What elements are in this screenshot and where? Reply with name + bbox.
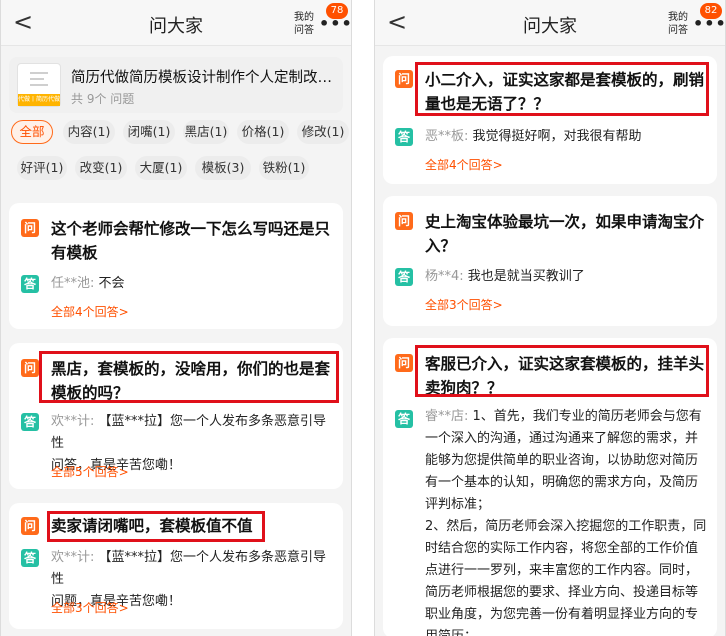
all-answers-link[interactable]: 全部3个回答> (425, 296, 503, 313)
answer-content: 我也是就当买教训了 (467, 269, 585, 284)
my-qa-label-2: 问答 (668, 25, 688, 36)
answer-icon: 答 (21, 413, 39, 431)
answer-icon: 答 (21, 275, 39, 293)
answer-line: 点进行一一罗列，来丰富您的工作内容。同时， (425, 563, 699, 578)
chip-good-review[interactable]: 好评(1) (17, 156, 67, 180)
answer-text: 睿**店: 1、首先，我们专业的简历老师会与您有 一个深入的沟通，通过沟通来了解… (425, 406, 709, 636)
chip-change[interactable]: 改变(1) (75, 156, 127, 180)
question-line: 史上淘宝体验最坑一次，如果申请淘宝介 (425, 213, 705, 231)
chip-price[interactable]: 价格(1) (237, 120, 289, 144)
product-title: 简历代做简历模板设计制作个人定制改应届生... (71, 70, 337, 86)
chip-all[interactable]: 全部 (11, 120, 53, 144)
all-answers-label: 全部4个回答 (425, 158, 493, 172)
all-answers-link[interactable]: 全部5个回答> (51, 463, 129, 480)
question-card[interactable]: 问 这个老师会帮忙修改一下怎么写吗还是只 有模板 答 任**池: 不会 全部4个… (9, 203, 343, 329)
all-answers-label: 全部3个回答 (425, 298, 493, 312)
answer-line: 简历老师根据您的要求、择业方向、投递目标等 (425, 585, 699, 600)
answer-line: 能够为您提供简单的职业咨询，以协助您对简历 (425, 453, 699, 468)
answer-line: 评判标准； (425, 497, 491, 512)
thumbnail-tag: 代做丨简历代做 (18, 94, 60, 106)
chip-building[interactable]: 大厦(1) (135, 156, 187, 180)
question-icon: 问 (21, 219, 39, 237)
answer-user: 恶**板: (425, 129, 469, 144)
answer-line: 有一个基本的认知，明确您的需求方向，及简历 (425, 475, 699, 490)
all-answers-link[interactable]: 全部4个回答> (51, 303, 129, 320)
highlight-box (47, 511, 265, 542)
my-qa-button[interactable]: 我的 问答 (291, 11, 317, 37)
product-thumbnail: 代做丨简历代做 (17, 63, 61, 107)
answer-user: 任**池: (51, 276, 95, 291)
all-answers-link[interactable]: 全部4个回答> (425, 156, 503, 173)
answer-user: 欢**计: (51, 550, 95, 565)
chip-black-shop[interactable]: 黑店(1) (183, 120, 229, 144)
my-qa-label-2: 问答 (294, 25, 314, 36)
right-phone-screen: < 问大家 我的 问答 ••• 82 问 小二介入，证实这家都是套模板的，刷销 … (374, 0, 726, 636)
highlight-box (415, 62, 709, 116)
question-text: 史上淘宝体验最坑一次，如果申请淘宝介 入？ (425, 210, 705, 258)
all-answers-label: 全部4个回答 (51, 305, 119, 319)
answer-text: 任**池: 不会 (51, 273, 331, 295)
answer-user: 欢**计: (51, 414, 95, 429)
notification-badge: 78 (326, 3, 348, 19)
chip-fans[interactable]: 铁粉(1) (259, 156, 309, 180)
question-line: 入？ (425, 237, 457, 255)
question-line: 有模板 (51, 244, 98, 262)
chip-shut-up[interactable]: 闭嘴(1) (123, 120, 175, 144)
chip-template[interactable]: 模板(3) (195, 156, 251, 180)
my-qa-label-1: 我的 (294, 12, 314, 23)
answer-line: 职业角度，为您完善一份有着明显择业方向的专 (425, 607, 699, 622)
answer-line: 1、首先，我们专业的简历老师会与您有 (472, 409, 702, 424)
answer-line: 时结合您的实际工作内容，将您全部的工作价值 (425, 541, 699, 556)
question-icon: 问 (21, 359, 39, 377)
nav-bar: < 问大家 我的 问答 ••• 82 (375, 0, 725, 46)
question-icon: 问 (21, 517, 39, 535)
question-icon: 问 (395, 212, 413, 230)
highlight-box (415, 345, 709, 397)
answer-content: 我觉得挺好啊，对我很有帮助 (472, 129, 642, 144)
chip-content[interactable]: 内容(1) (63, 120, 115, 144)
answer-icon: 答 (395, 128, 413, 146)
all-answers-label: 全部3个回答 (51, 601, 119, 615)
chip-modify[interactable]: 修改(1) (297, 120, 349, 144)
answer-line: 一个深入的沟通，通过沟通来了解您的需求，并 (425, 431, 699, 446)
answer-line: 用简历； (425, 626, 709, 636)
notification-badge: 82 (700, 3, 722, 19)
answer-user: 杨**4: (425, 269, 464, 284)
question-text: 这个老师会帮忙修改一下怎么写吗还是只 有模板 (51, 217, 331, 265)
answer-icon: 答 (395, 410, 413, 428)
answer-user: 睿**店: (425, 409, 469, 424)
my-qa-button[interactable]: 我的 问答 (665, 11, 691, 37)
all-answers-label: 全部5个回答 (51, 465, 119, 479)
nav-bar: < 问大家 我的 问答 ••• 78 (1, 0, 351, 46)
question-icon: 问 (395, 354, 413, 372)
left-phone-screen: < 问大家 我的 问答 ••• 78 代做丨简历代做 简历代做简历模板设计制作个… (0, 0, 352, 636)
answer-icon: 答 (395, 268, 413, 286)
question-line: 这个老师会帮忙修改一下怎么写吗还是只 (51, 220, 331, 238)
highlight-box (39, 351, 339, 403)
answer-content: 不会 (98, 276, 125, 291)
all-answers-link[interactable]: 全部3个回答> (51, 599, 129, 616)
answer-icon: 答 (21, 549, 39, 567)
question-card[interactable]: 问 史上淘宝体验最坑一次，如果申请淘宝介 入？ 答 杨**4: 我也是就当买教训… (383, 196, 717, 326)
answer-text: 恶**板: 我觉得挺好啊，对我很有帮助 (425, 126, 705, 148)
my-qa-label-1: 我的 (668, 12, 688, 23)
question-icon: 问 (395, 70, 413, 88)
answer-text: 杨**4: 我也是就当买教训了 (425, 266, 705, 288)
question-count: 共 9个 问题 (71, 92, 135, 106)
product-summary[interactable]: 代做丨简历代做 简历代做简历模板设计制作个人定制改应届生... 共 9个 问题 (9, 57, 343, 113)
answer-line: 2、然后，简历老师会深入挖掘您的工作职责，同 (425, 519, 707, 534)
